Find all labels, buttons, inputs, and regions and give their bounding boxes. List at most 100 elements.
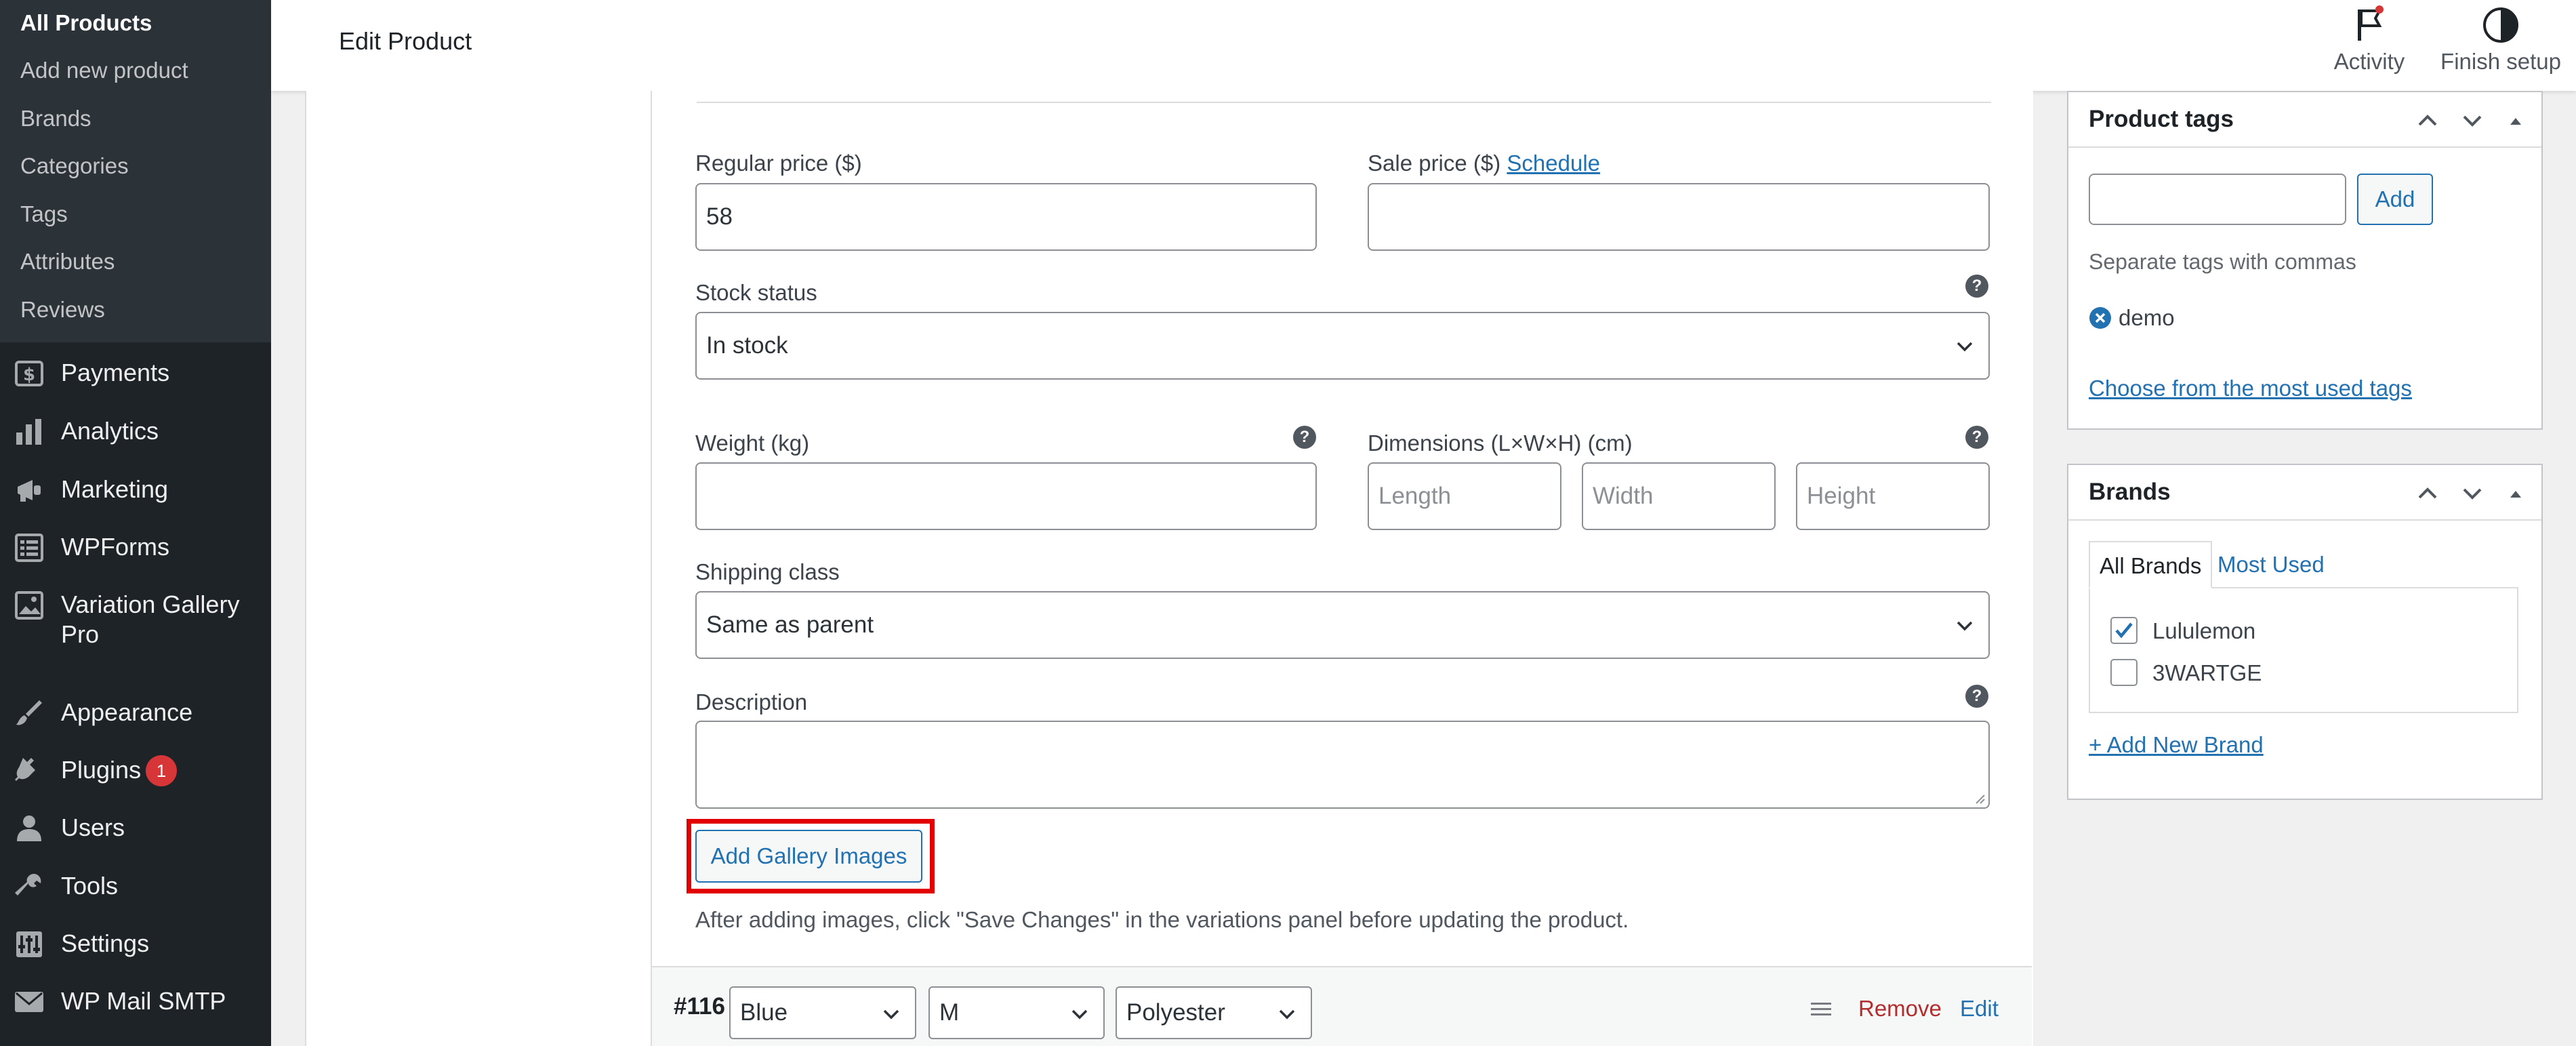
length-input[interactable]: Length	[1368, 462, 1561, 530]
submenu-add-new-product[interactable]: Add new product	[20, 58, 188, 83]
description-label: Description	[695, 689, 808, 715]
brands-title: Brands	[2089, 479, 2171, 505]
top-header-bar: Edit Product Activity Finish setup	[271, 0, 2576, 91]
description-textarea[interactable]	[695, 721, 1990, 809]
width-input[interactable]: Width	[1582, 462, 1776, 530]
new-tag-input[interactable]	[2089, 174, 2346, 225]
tab-all-brands[interactable]: All Brands	[2089, 541, 2213, 588]
variation-size-select[interactable]: M	[928, 986, 1105, 1039]
form-icon	[15, 534, 43, 562]
shipping-class-label: Shipping class	[695, 559, 840, 584]
submenu-all-products[interactable]: All Products	[20, 10, 152, 36]
add-new-brand-link[interactable]: + Add New Brand	[2089, 732, 2264, 758]
brand-label-3wartge: 3WARTGE	[2152, 660, 2262, 685]
menu-users[interactable]: Users	[0, 801, 271, 855]
menu-tools-label: Tools	[61, 872, 119, 900]
schedule-link[interactable]: Schedule	[1507, 150, 1600, 176]
brand-checkbox-3wartge[interactable]	[2110, 659, 2138, 686]
menu-payments[interactable]: $ Payments	[0, 346, 271, 400]
resize-handle-icon[interactable]	[1974, 792, 1986, 805]
variation-material-select[interactable]: Polyester	[1116, 986, 1312, 1039]
menu-variation-gallery-pro[interactable]: Variation Gallery Pro	[0, 578, 271, 652]
chevron-down-icon	[1957, 621, 1973, 631]
sale-price-input[interactable]	[1368, 183, 1990, 251]
brand-checkbox-lululemon[interactable]	[2110, 617, 2138, 644]
menu-users-label: Users	[61, 813, 125, 841]
chevron-up-icon[interactable]	[2414, 107, 2441, 134]
collapse-toggle-icon[interactable]	[2502, 107, 2529, 134]
variation-size-value: M	[939, 999, 960, 1026]
gallery-icon	[15, 591, 43, 620]
description-help-icon[interactable]: ?	[1965, 685, 1988, 708]
chevron-down-icon	[1071, 1009, 1088, 1020]
height-input[interactable]: Height	[1796, 462, 1990, 530]
chevron-down-icon	[1279, 1009, 1295, 1020]
submenu-brands[interactable]: Brands	[20, 106, 91, 132]
flag-icon	[2358, 5, 2384, 41]
menu-settings[interactable]: Settings	[0, 917, 271, 971]
svg-text:$: $	[23, 365, 35, 385]
add-tag-button[interactable]: Add	[2357, 174, 2433, 225]
add-gallery-images-button[interactable]: Add Gallery Images	[695, 830, 922, 883]
weight-input[interactable]	[695, 462, 1317, 530]
collapse-toggle-icon[interactable]	[2502, 480, 2529, 507]
menu-wpforms-label: WPForms	[61, 533, 169, 561]
menu-wp-mail-smtp[interactable]: WP Mail SMTP	[0, 974, 271, 1028]
brand-label-lululemon: Lululemon	[2152, 618, 2256, 643]
menu-tools[interactable]: Tools	[0, 859, 271, 913]
regular-price-input[interactable]: 58	[695, 183, 1317, 251]
menu-appearance-label: Appearance	[61, 698, 193, 726]
stock-status-select[interactable]: In stock	[695, 312, 1990, 380]
menu-variation-gallery-label: Variation Gallery	[61, 590, 240, 618]
brush-icon	[16, 700, 42, 725]
submenu-categories[interactable]: Categories	[20, 153, 129, 179]
finish-setup-button[interactable]: Finish setup	[2440, 5, 2562, 75]
admin-sidebar: All Products Add new product Brands Cate…	[0, 0, 271, 1046]
sale-price-label-row: Sale price ($) Schedule	[1368, 150, 1600, 176]
remove-tag-icon[interactable]	[2089, 306, 2112, 329]
menu-wpforms[interactable]: WPForms	[0, 520, 271, 574]
sale-price-label: Sale price ($)	[1368, 150, 1501, 176]
divider	[2068, 146, 2541, 148]
activity-button[interactable]: Activity	[2327, 5, 2411, 75]
dimensions-label: Dimensions (L×W×H) (cm)	[1368, 430, 1633, 456]
megaphone-icon	[18, 480, 41, 502]
remove-variation-link[interactable]: Remove	[1858, 996, 1942, 1022]
variation-id: #116	[674, 993, 725, 1020]
shipping-class-select[interactable]: Same as parent	[695, 591, 1990, 659]
menu-analytics[interactable]: Analytics	[0, 404, 271, 458]
sliders-icon	[16, 931, 42, 957]
chevron-down-icon[interactable]	[2459, 107, 2486, 134]
variation-color-select[interactable]: Blue	[729, 986, 916, 1039]
finish-setup-label: Finish setup	[2440, 49, 2561, 74]
user-icon	[17, 816, 41, 841]
tab-most-used[interactable]: Most Used	[2208, 541, 2334, 588]
stock-status-help-icon[interactable]: ?	[1965, 275, 1988, 298]
activity-label: Activity	[2333, 49, 2405, 74]
submenu-attributes[interactable]: Attributes	[20, 249, 115, 275]
bar-chart-icon	[16, 419, 41, 445]
menu-appearance[interactable]: Appearance	[0, 685, 271, 740]
edit-variation-link[interactable]: Edit	[1960, 996, 1999, 1022]
dimensions-help-icon[interactable]: ?	[1965, 426, 1988, 449]
menu-marketing[interactable]: Marketing	[0, 462, 271, 517]
menu-plugins[interactable]: Plugins 1	[0, 743, 271, 797]
weight-help-icon[interactable]: ?	[1293, 426, 1316, 449]
wrench-icon	[15, 874, 41, 896]
submenu-tags[interactable]: Tags	[20, 201, 68, 227]
gallery-note-text: After adding images, click "Save Changes…	[695, 907, 1629, 932]
drag-handle-icon[interactable]	[1811, 1001, 1831, 1018]
chevron-down-icon[interactable]	[2459, 480, 2486, 507]
brands-tabs: All Brands Most Used	[2089, 541, 2518, 588]
variation-color-value: Blue	[740, 999, 788, 1026]
chevron-up-icon[interactable]	[2414, 480, 2441, 507]
page-title: Edit Product	[339, 27, 472, 55]
submenu-reviews[interactable]: Reviews	[20, 297, 105, 323]
mail-icon	[15, 992, 43, 1012]
variation-material-value: Polyester	[1126, 999, 1225, 1026]
menu-analytics-label: Analytics	[61, 417, 159, 445]
variation-row-116[interactable]: #116 Blue M Polyester Remove Edit	[652, 966, 2032, 1046]
choose-most-used-tags-link[interactable]: Choose from the most used tags	[2089, 376, 2412, 401]
divider	[2068, 519, 2541, 521]
menu-payments-label: Payments	[61, 359, 170, 386]
